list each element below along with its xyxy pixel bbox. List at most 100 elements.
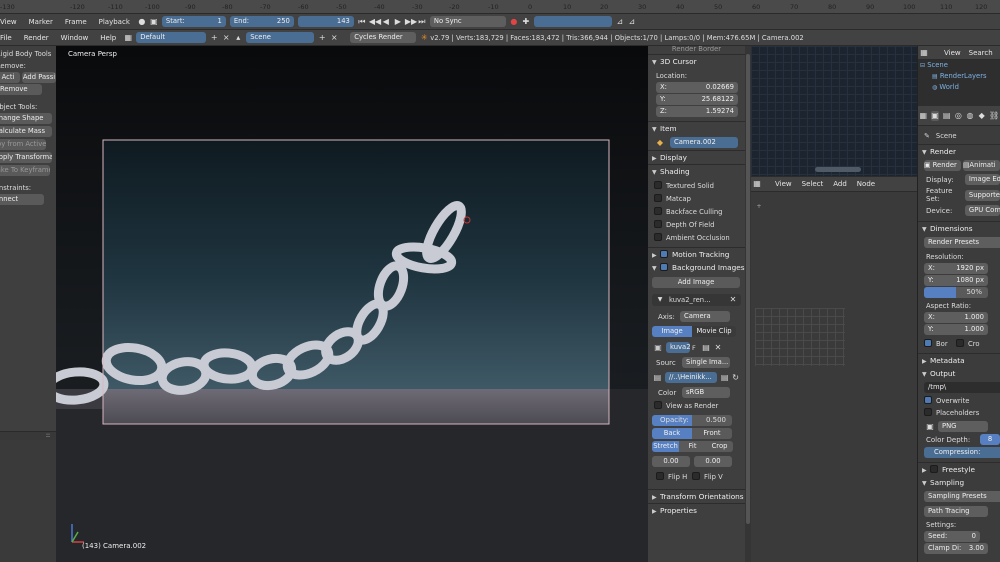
add-passive-button[interactable]: Add Passi [22,72,56,83]
node-menu-select[interactable]: Select [797,180,829,188]
checkbox[interactable] [956,339,964,347]
render-panel-header[interactable]: ▼ Render [918,145,1000,158]
calculate-mass-button[interactable]: Calculate Mass [0,126,52,137]
aspect-x-field[interactable]: X: 1.000 [924,312,988,323]
connect-button[interactable]: Connect [0,194,44,205]
render-layers-tab-icon[interactable]: ▤ [942,111,951,121]
shading-option-textured-solid[interactable]: Textured Solid [654,180,745,193]
cursor-y-field[interactable]: Y: 25.68122 [656,94,738,105]
background-image-name[interactable]: kuva2_ren... [666,296,727,304]
shading-option-matcap[interactable]: Matcap [654,193,745,206]
crop-toggle[interactable]: Cro [956,338,980,350]
cursor-z-field[interactable]: Z: 1.59274 [656,106,738,117]
resolution-y-field[interactable]: Y: 1080 px [924,275,988,286]
item-name-field[interactable]: Camera.002 [670,137,738,148]
tab-movie-clip[interactable]: Movie Clip [692,326,736,337]
node-editor-top[interactable] [751,46,917,176]
render-engine-dropdown[interactable]: Cycles Render [350,32,417,43]
checkbox[interactable] [924,339,932,347]
reload-icon[interactable]: ↻ [731,373,740,383]
jump-end-icon[interactable]: ⏭ [417,17,427,27]
object-tab-icon[interactable]: ◆ [977,111,986,121]
sync-mode-dropdown[interactable]: No Sync [429,16,506,27]
transform-orientations-panel-header[interactable]: ▶ Transform Orientations [648,490,745,503]
flip-h-toggle[interactable]: Flip H [652,471,692,483]
timeline-menu-playback[interactable]: Playback [93,18,136,26]
render-animation-button[interactable]: ▤Animati [963,160,1000,171]
node-menu-node[interactable]: Node [852,180,880,188]
outliner-item-world[interactable]: ◍ World [918,82,1000,93]
background-images-panel-header[interactable]: ▼ Background Images [648,261,745,274]
back-button[interactable]: Back [652,428,692,439]
next-keyframe-icon[interactable]: ▶▶ [405,17,417,27]
jump-start-icon[interactable]: ⏮ [357,17,367,27]
properties-panel-header[interactable]: ▶ Properties [648,504,745,517]
menu-help[interactable]: Help [94,34,122,42]
cursor-x-field[interactable]: X: 0.02669 [656,82,738,93]
display-panel-header[interactable]: ▶ Display [648,151,745,164]
shading-option-depth-of-field[interactable]: Depth Of Field [654,219,745,232]
operator-panel-header[interactable]: :: [0,431,56,440]
prev-keyframe-icon[interactable]: ◀◀ [369,17,381,27]
shading-panel-header[interactable]: ▼ Shading [648,165,745,178]
change-shape-button[interactable]: Change Shape [0,113,52,124]
keying-set-field[interactable] [533,16,612,27]
apply-transformation-button[interactable]: Apply Transformati... [0,152,52,163]
render-image-button[interactable]: ▣ Render [924,160,961,171]
unlink-icon[interactable]: ✕ [713,343,723,353]
add-layout-icon[interactable]: + [209,33,219,43]
collapse-triangle-icon[interactable]: ⊟ [920,62,925,69]
output-panel-header[interactable]: ▼ Output [918,367,1000,380]
add-scene-icon[interactable]: + [317,33,327,43]
folder-icon[interactable]: ▤ [701,343,711,353]
pin-icon[interactable]: ✎ [924,132,930,140]
timeline-menu-view[interactable]: View [0,18,23,26]
output-path-field[interactable]: /tmp\ [924,382,1000,393]
motion-tracking-checkbox[interactable] [660,250,668,258]
fake-user-toggle[interactable]: F [692,344,700,352]
shading-option-backface-culling[interactable]: Backface Culling [654,206,745,219]
checkbox[interactable] [654,207,662,215]
checkbox[interactable] [656,472,664,480]
outliner-menu-search[interactable]: Search [966,49,996,57]
current-frame-field[interactable]: 143 [297,16,354,27]
render-tab-icon[interactable]: ▣ [930,110,940,121]
render-presets-dropdown[interactable]: Render Presets [924,237,1000,248]
checkbox[interactable] [654,194,662,202]
image-datablock-field[interactable]: kuva2 [666,342,690,353]
add-active-button[interactable]: Acti [0,72,20,83]
display-dropdown[interactable]: Image Ed [964,174,1000,185]
horizontal-scrollbar[interactable] [815,167,861,172]
play-icon[interactable]: ▶ [393,17,403,27]
border-toggle[interactable]: Bor [924,338,956,350]
scene-tab-icon[interactable]: ◎ [954,111,963,121]
remove-layout-icon[interactable]: × [221,33,231,43]
freestyle-checkbox[interactable] [930,465,938,473]
clamp-direct-field[interactable]: Clamp Di: 3.00 [924,543,988,554]
scrollbar-thumb[interactable] [746,54,750,524]
record-icon[interactable]: ● [137,17,147,27]
3d-viewport[interactable]: Camera Persp (143) Camera.002 [56,46,648,562]
insert-keyframe-icon[interactable]: ⊿ [615,17,625,27]
offset-y-field[interactable]: 0.00 [694,456,732,467]
file-format-dropdown[interactable]: PNG [938,421,988,432]
add-image-button[interactable]: Add Image [652,277,740,288]
menu-window[interactable]: Window [55,34,95,42]
source-dropdown[interactable]: Single Ima... [682,357,730,368]
timeline-menu-marker[interactable]: Marker [23,18,59,26]
screen-layout-icon[interactable]: ▦ [123,33,133,43]
checkbox[interactable] [924,396,932,404]
seed-field[interactable]: Seed: 0 [924,531,980,542]
delete-keyframe-icon[interactable]: ⊿ [627,17,637,27]
autokey-record-icon[interactable]: ● [509,17,519,27]
front-button[interactable]: Front [692,428,732,439]
node-menu-add[interactable]: Add [828,180,852,188]
item-panel-header[interactable]: ▼ Item [648,122,745,135]
stretch-button[interactable]: Stretch [652,441,679,452]
image-path-field[interactable]: //..\Heinikk... [664,372,718,383]
outliner-editor-icon[interactable]: ▦ [919,48,929,58]
view-as-render-toggle[interactable]: View as Render [652,400,741,412]
constraints-tab-icon[interactable]: ⛓ [989,111,999,121]
crop-button[interactable]: Crop [706,441,733,452]
compression-slider[interactable]: Compression: [924,447,1000,458]
